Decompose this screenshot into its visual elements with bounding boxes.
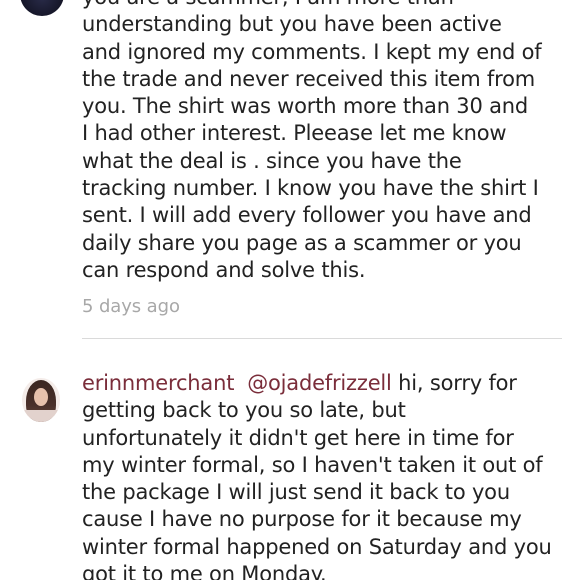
comment-text: you are a scammer, I am more than unders…	[82, 0, 542, 282]
comment-divider	[82, 338, 562, 339]
comment-timestamp: 5 days ago	[82, 296, 180, 317]
comments-screen: you are a scammer, I am more than unders…	[0, 0, 580, 580]
avatar-face	[34, 388, 48, 406]
avatar[interactable]	[20, 0, 64, 16]
avatar[interactable]	[22, 378, 60, 422]
comment-text: hi, sorry for getting back to you so lat…	[82, 371, 552, 580]
comment-body: erinnmerchant @ojadefrizzell hi, sorry f…	[82, 370, 552, 580]
avatar-shoulder	[22, 410, 60, 422]
comment-mention[interactable]: @ojadefrizzell	[247, 371, 392, 395]
comment-username[interactable]: erinnmerchant	[82, 371, 234, 395]
